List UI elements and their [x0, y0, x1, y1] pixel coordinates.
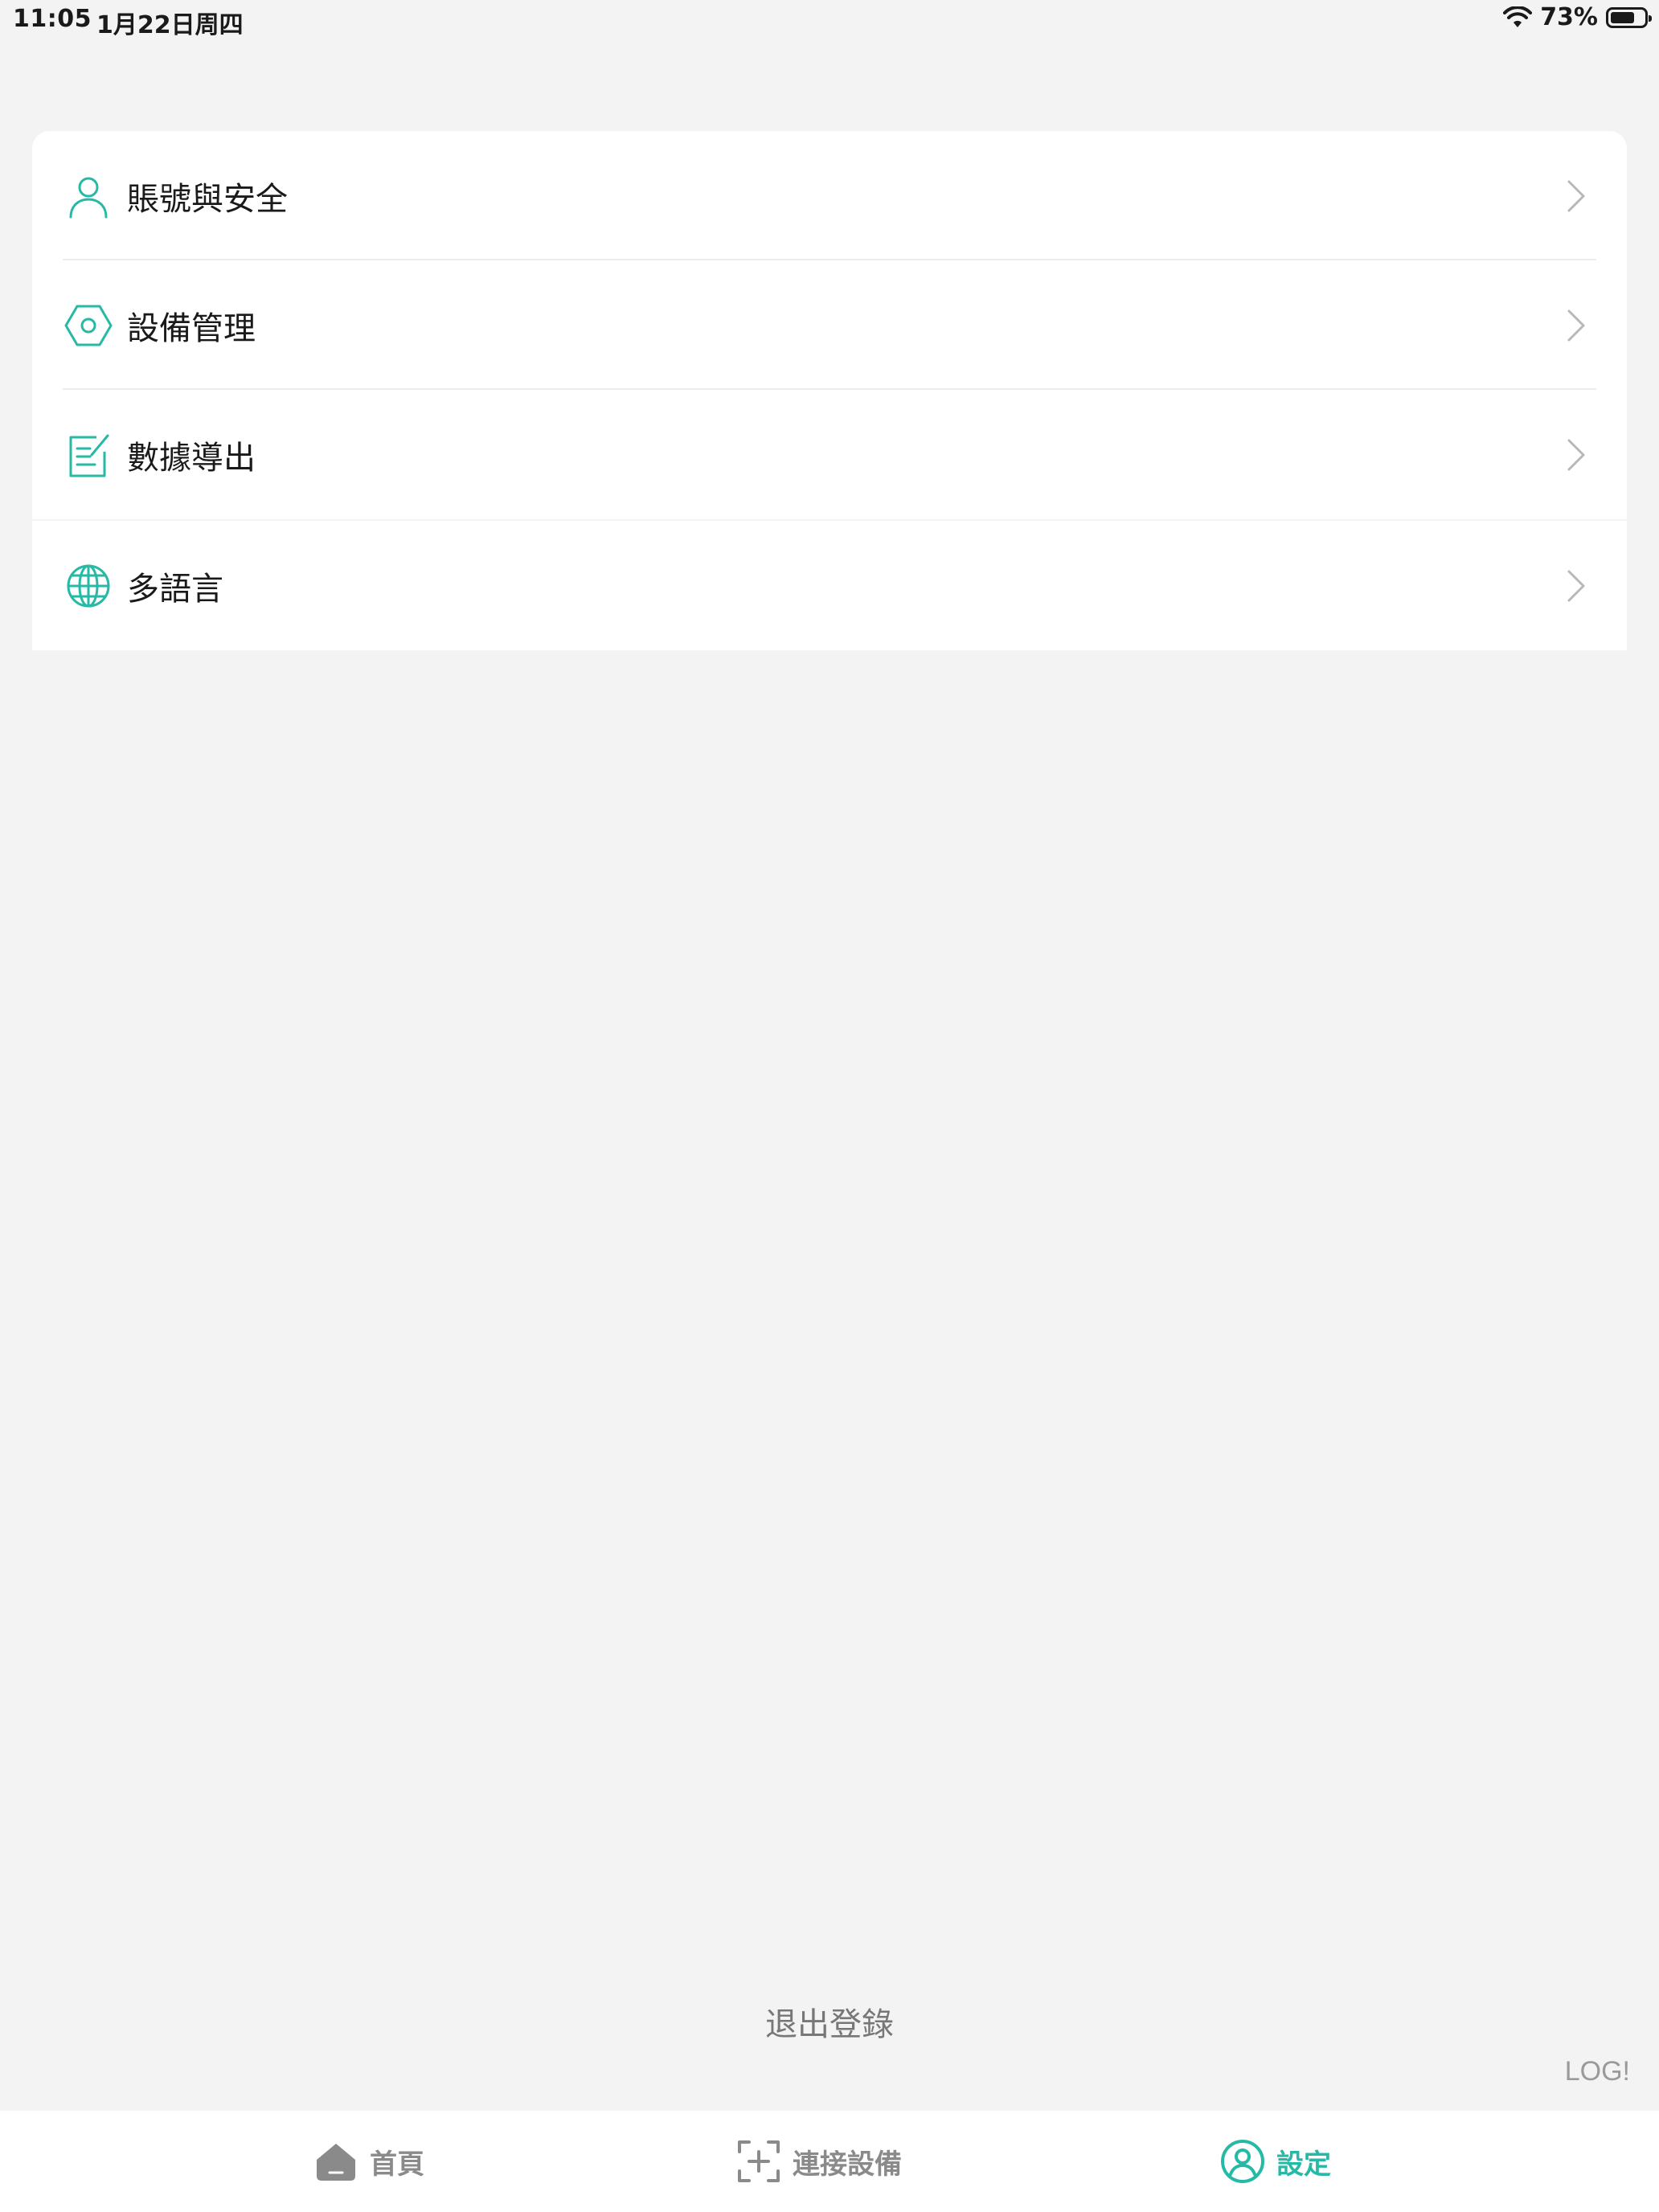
chevron-right-icon — [1567, 309, 1585, 341]
menu-item-label: 設備管理 — [127, 309, 256, 347]
menu-item-account-security[interactable]: 賬號與安全 — [32, 131, 1627, 260]
menu-item-label: 多語言 — [127, 570, 223, 608]
tab-label: 連接設備 — [793, 2148, 902, 2181]
menu-item-label: 數據導出 — [127, 439, 256, 477]
settings-menu-group: 賬號與安全 設備管理 數據導出 — [32, 131, 1627, 519]
globe-icon — [67, 564, 110, 607]
tab-settings[interactable]: 設定 — [1220, 2111, 1331, 2212]
hexagon-device-icon — [64, 305, 113, 346]
scan-add-icon — [738, 2140, 780, 2182]
status-indicators: 73% — [1503, 3, 1652, 31]
tab-label: 設定 — [1276, 2148, 1331, 2181]
user-icon — [69, 177, 108, 218]
tab-bar: 首頁 連接設備 設定 — [0, 2111, 1659, 2212]
home-icon — [317, 2144, 355, 2181]
settings-menu: 賬號與安全 設備管理 數據導出 多語言 — [32, 131, 1627, 650]
logout-button[interactable]: 退出登錄 — [0, 1998, 1659, 2045]
chevron-right-icon — [1567, 570, 1585, 601]
menu-item-device-management[interactable]: 設備管理 — [32, 260, 1627, 390]
status-date: 1月22日周四 — [96, 11, 244, 39]
menu-item-label: 賬號與安全 — [127, 180, 288, 218]
menu-item-language[interactable]: 多語言 — [32, 521, 1627, 650]
chevron-right-icon — [1567, 180, 1585, 211]
export-edit-icon — [69, 434, 109, 477]
tab-home[interactable]: 首頁 — [313, 2111, 424, 2212]
tab-label: 首頁 — [370, 2148, 424, 2181]
profile-icon — [1221, 2140, 1264, 2183]
battery-icon — [1606, 6, 1652, 28]
chevron-right-icon — [1567, 439, 1585, 470]
status-bar: 11:05 1月22日周四 73% — [0, 0, 1659, 42]
wifi-icon — [1503, 6, 1533, 27]
menu-item-data-export[interactable]: 數據導出 — [32, 390, 1627, 519]
status-time: 11:05 — [13, 5, 92, 33]
battery-percent: 73% — [1540, 3, 1598, 31]
tab-connect-device[interactable]: 連接設備 — [736, 2111, 902, 2212]
log-button[interactable]: LOG! — [1565, 2056, 1630, 2087]
